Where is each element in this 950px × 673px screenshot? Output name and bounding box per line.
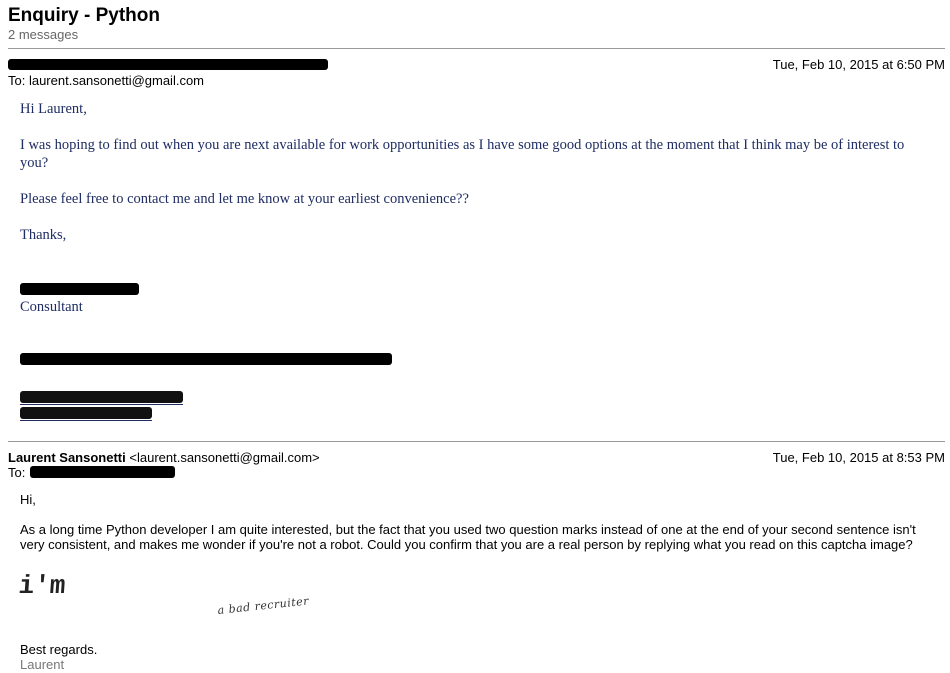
redacted-signature-name xyxy=(20,283,139,295)
body-paragraph: Please feel free to contact me and let m… xyxy=(20,191,469,207)
greeting: Hi Laurent, xyxy=(20,101,87,117)
message-date: Tue, Feb 10, 2015 at 8:53 PM xyxy=(772,450,945,465)
thanks-line: Thanks, xyxy=(20,227,67,243)
signature-name: Laurent xyxy=(20,657,65,672)
captcha-word-im: i'm xyxy=(18,571,66,601)
greeting: Hi, xyxy=(20,492,36,507)
thread-subject: Enquiry - Python xyxy=(8,5,160,26)
captcha-image: i'm a bad recruiter xyxy=(18,571,310,617)
message-sender: Laurent Sansonetti <laurent.sansonetti@g… xyxy=(8,450,320,465)
redacted-website-link[interactable] xyxy=(20,407,152,419)
message-recipient: To: xyxy=(8,465,26,480)
closing-line: Best regards. xyxy=(20,642,98,657)
redacted-recipient xyxy=(30,466,175,478)
redacted-sender xyxy=(8,59,328,70)
captcha-word-recruiter: a bad recruiter xyxy=(217,594,310,617)
redacted-email-link[interactable] xyxy=(20,391,183,403)
signature-role: Consultant xyxy=(20,299,83,315)
sender-email: <laurent.sansonetti@gmail.com> xyxy=(129,450,320,465)
body-paragraph: I was hoping to find out when you are ne… xyxy=(20,137,905,171)
redacted-company-address xyxy=(20,353,392,365)
message-count: 2 messages xyxy=(8,27,79,42)
body-paragraph: As a long time Python developer I am qui… xyxy=(20,522,916,552)
divider xyxy=(8,441,945,442)
message-recipient: To: laurent.sansonetti@gmail.com xyxy=(8,73,205,88)
message-date: Tue, Feb 10, 2015 at 6:50 PM xyxy=(772,57,945,72)
sender-name: Laurent Sansonetti xyxy=(8,450,126,465)
link-underline xyxy=(20,420,152,421)
divider xyxy=(8,48,945,49)
link-underline xyxy=(20,404,183,405)
